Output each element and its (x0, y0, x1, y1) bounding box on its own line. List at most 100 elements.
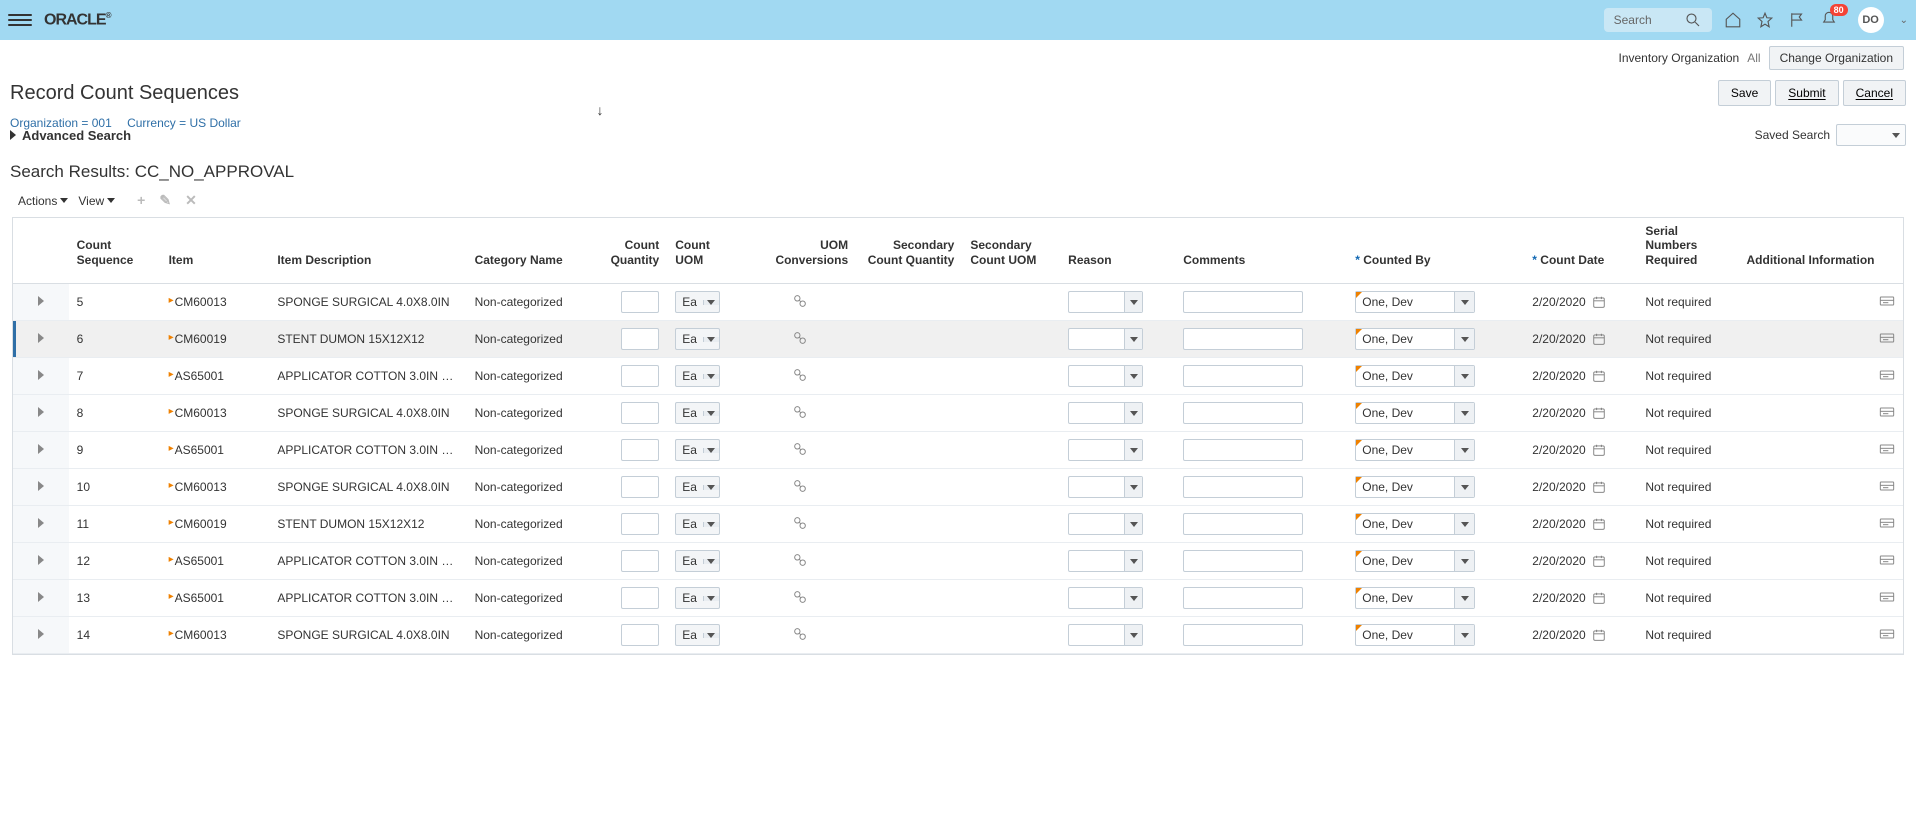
count-uom-select[interactable]: Ea (675, 402, 720, 424)
reason-select[interactable] (1068, 587, 1143, 609)
calendar-icon[interactable] (1592, 517, 1606, 531)
count-quantity-input[interactable] (621, 587, 659, 609)
count-quantity-input[interactable] (621, 550, 659, 572)
notifications-icon[interactable]: 80 (1820, 10, 1838, 31)
global-search[interactable] (1604, 8, 1712, 32)
col-secondary-count-uom[interactable]: Secondary Count UOM (962, 218, 1060, 284)
table-row[interactable]: 12 AS65001 APPLICATOR COTTON 3.0IN … Non… (13, 543, 1903, 580)
col-item-description[interactable]: Item Description (269, 218, 466, 284)
counted-by-select[interactable]: One, Dev (1355, 439, 1475, 461)
reason-select[interactable] (1068, 550, 1143, 572)
hamburger-icon[interactable] (8, 8, 32, 32)
table-row[interactable]: 14 CM60013 SPONGE SURGICAL 4.0X8.0IN Non… (13, 617, 1903, 654)
expand-row-icon[interactable] (38, 407, 44, 417)
comments-input[interactable] (1183, 402, 1303, 424)
expand-row-icon[interactable] (38, 592, 44, 602)
cell-item[interactable]: CM60013 (161, 284, 270, 321)
reason-select[interactable] (1068, 624, 1143, 646)
save-button[interactable]: Save (1718, 80, 1771, 106)
table-row[interactable]: 5 CM60013 SPONGE SURGICAL 4.0X8.0IN Non-… (13, 284, 1903, 321)
comments-input[interactable] (1183, 587, 1303, 609)
table-row[interactable]: 6 CM60019 STENT DUMON 15X12X12 Non-categ… (13, 321, 1903, 358)
col-counted-by[interactable]: Counted By (1347, 218, 1524, 284)
uom-conversion-icon[interactable] (792, 515, 808, 531)
cell-item[interactable]: AS65001 (161, 432, 270, 469)
additional-info-icon[interactable] (1879, 516, 1895, 530)
cell-item[interactable]: CM60013 (161, 469, 270, 506)
col-count-uom[interactable]: Count UOM (667, 218, 744, 284)
global-search-input[interactable] (1614, 13, 1684, 27)
count-uom-select[interactable]: Ea (675, 291, 720, 313)
table-row[interactable]: 13 AS65001 APPLICATOR COTTON 3.0IN … Non… (13, 580, 1903, 617)
expand-row-icon[interactable] (38, 333, 44, 343)
counted-by-select[interactable]: One, Dev (1355, 365, 1475, 387)
comments-input[interactable] (1183, 439, 1303, 461)
col-reason[interactable]: Reason (1060, 218, 1175, 284)
comments-input[interactable] (1183, 291, 1303, 313)
count-uom-select[interactable]: Ea (675, 624, 720, 646)
counted-by-select[interactable]: One, Dev (1355, 587, 1475, 609)
count-quantity-input[interactable] (621, 513, 659, 535)
counted-by-select[interactable]: One, Dev (1355, 513, 1475, 535)
star-icon[interactable] (1756, 11, 1774, 29)
uom-conversion-icon[interactable] (792, 441, 808, 457)
col-comments[interactable]: Comments (1175, 218, 1347, 284)
calendar-icon[interactable] (1592, 554, 1606, 568)
calendar-icon[interactable] (1592, 406, 1606, 420)
table-row[interactable]: 8 CM60013 SPONGE SURGICAL 4.0X8.0IN Non-… (13, 395, 1903, 432)
counted-by-select[interactable]: One, Dev (1355, 402, 1475, 424)
home-icon[interactable] (1724, 11, 1742, 29)
add-icon[interactable]: + (137, 192, 145, 209)
col-count-sequence[interactable]: Count Sequence (69, 218, 161, 284)
uom-conversion-icon[interactable] (792, 552, 808, 568)
table-row[interactable]: 9 AS65001 APPLICATOR COTTON 3.0IN … Non-… (13, 432, 1903, 469)
col-count-quantity[interactable]: Count Quantity (585, 218, 667, 284)
expand-row-icon[interactable] (38, 370, 44, 380)
comments-input[interactable] (1183, 328, 1303, 350)
cell-item[interactable]: AS65001 (161, 358, 270, 395)
count-uom-select[interactable]: Ea (675, 328, 720, 350)
count-uom-select[interactable]: Ea (675, 365, 720, 387)
uom-conversion-icon[interactable] (792, 626, 808, 642)
reason-select[interactable] (1068, 328, 1143, 350)
cell-item[interactable]: CM60013 (161, 617, 270, 654)
additional-info-icon[interactable] (1879, 590, 1895, 604)
cell-item[interactable]: CM60019 (161, 321, 270, 358)
expand-row-icon[interactable] (38, 296, 44, 306)
counted-by-select[interactable]: One, Dev (1355, 624, 1475, 646)
expand-row-icon[interactable] (38, 629, 44, 639)
reason-select[interactable] (1068, 476, 1143, 498)
cell-item[interactable]: AS65001 (161, 543, 270, 580)
chevron-down-icon[interactable]: ⌄ (1900, 15, 1908, 26)
uom-conversion-icon[interactable] (792, 330, 808, 346)
comments-input[interactable] (1183, 624, 1303, 646)
additional-info-icon[interactable] (1879, 442, 1895, 456)
reason-select[interactable] (1068, 439, 1143, 461)
reason-select[interactable] (1068, 402, 1143, 424)
flag-icon[interactable] (1788, 11, 1806, 29)
col-uom-conversions[interactable]: UOM Conversions (744, 218, 856, 284)
edit-icon[interactable]: ✎ (159, 192, 171, 209)
col-item[interactable]: Item (161, 218, 270, 284)
delete-icon[interactable]: ✕ (185, 192, 197, 209)
count-uom-select[interactable]: Ea (675, 476, 720, 498)
view-menu[interactable]: View (78, 194, 115, 208)
counted-by-select[interactable]: One, Dev (1355, 550, 1475, 572)
count-quantity-input[interactable] (621, 291, 659, 313)
counted-by-select[interactable]: One, Dev (1355, 291, 1475, 313)
comments-input[interactable] (1183, 550, 1303, 572)
cell-item[interactable]: AS65001 (161, 580, 270, 617)
additional-info-icon[interactable] (1879, 368, 1895, 382)
uom-conversion-icon[interactable] (792, 589, 808, 605)
count-quantity-input[interactable] (621, 365, 659, 387)
actions-menu[interactable]: Actions (18, 194, 68, 208)
disclosure-triangle-icon[interactable] (10, 130, 16, 140)
additional-info-icon[interactable] (1879, 294, 1895, 308)
count-quantity-input[interactable] (621, 439, 659, 461)
uom-conversion-icon[interactable] (792, 293, 808, 309)
count-quantity-input[interactable] (621, 328, 659, 350)
count-uom-select[interactable]: Ea (675, 439, 720, 461)
reason-select[interactable] (1068, 291, 1143, 313)
table-row[interactable]: 10 CM60013 SPONGE SURGICAL 4.0X8.0IN Non… (13, 469, 1903, 506)
expand-row-icon[interactable] (38, 481, 44, 491)
